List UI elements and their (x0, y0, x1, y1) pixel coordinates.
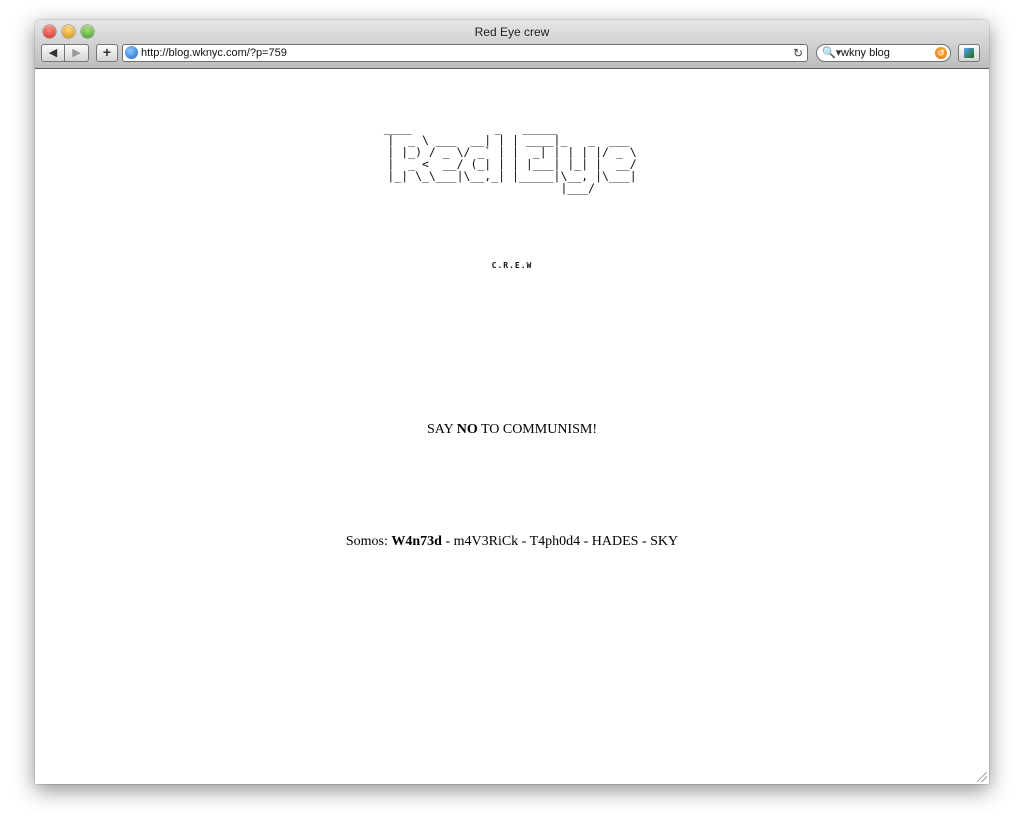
search-input[interactable] (841, 45, 929, 61)
title-bar: Red Eye crew ◀ ▶ + ↻ 🔍▾ ↺ (35, 20, 989, 69)
slogan-suffix: TO COMMUNISM! (477, 422, 597, 437)
ascii-logo: ____ _ _____ | _ \ ___ __| | | ____|_ _ … (383, 121, 637, 195)
members-line: Somos: W4n73d - m4V3RiCk - T4ph0d4 - HAD… (35, 534, 989, 550)
members-prefix: Somos: (345, 534, 392, 549)
reload-icon[interactable]: ↻ (793, 45, 803, 61)
members-bold: W4n73d (391, 534, 442, 549)
forward-button[interactable]: ▶ (65, 44, 89, 62)
bookmarks-icon (964, 48, 974, 58)
slogan-prefix: SAY (427, 422, 457, 437)
url-input[interactable] (141, 45, 761, 61)
back-button[interactable]: ◀ (41, 44, 65, 62)
search-field[interactable]: 🔍▾ ↺ (816, 44, 951, 62)
page-content: ____ _ _____ | _ \ ___ __| | | ____|_ _ … (35, 69, 989, 784)
address-bar[interactable]: ↻ (122, 44, 808, 62)
crew-label: C.R.E.W (491, 261, 533, 270)
window-title: Red Eye crew (474, 25, 550, 39)
members-rest: - m4V3RiCk - T4ph0d4 - HADES - SKY (441, 534, 679, 549)
browser-window: Red Eye crew ◀ ▶ + ↻ 🔍▾ ↺ ____ _ _____ |… (35, 20, 989, 784)
search-icon[interactable]: 🔍▾ (822, 45, 841, 61)
globe-icon (125, 46, 138, 59)
resize-grip-icon[interactable] (977, 772, 987, 782)
search-clear-icon[interactable]: ↺ (935, 47, 947, 59)
bookmarks-button[interactable] (958, 44, 980, 62)
slogan-bold: NO (456, 422, 478, 437)
add-bookmark-button[interactable]: + (96, 44, 118, 62)
slogan: SAY NO TO COMMUNISM! (35, 422, 989, 438)
